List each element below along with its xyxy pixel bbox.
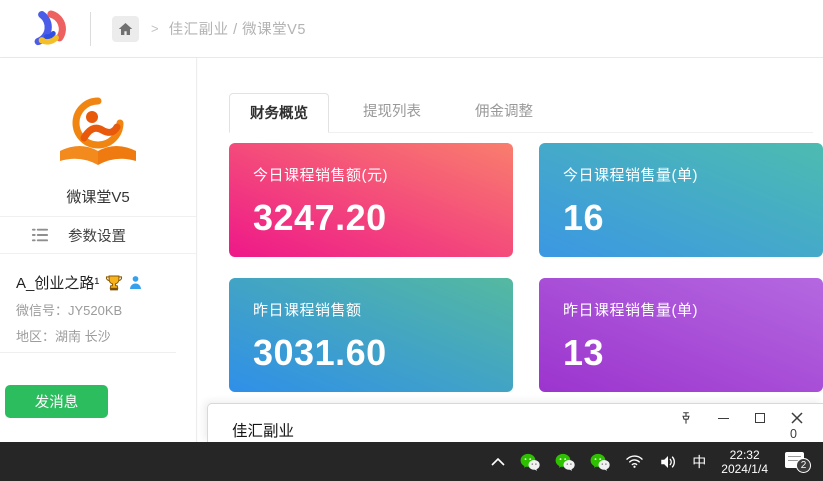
- window-controls: [678, 410, 805, 426]
- stat-card-value: 16: [563, 197, 799, 239]
- pin-button[interactable]: [678, 410, 694, 426]
- stat-card-today-sales: 今日课程销售额(元) 3247.20: [229, 143, 513, 257]
- desktop-screen: > 佳汇副业 / 微课堂V5 微课堂V5 参数设置 A_创业之路: [0, 0, 823, 481]
- chat-window-overflow-text: 0: [790, 427, 797, 441]
- tab-commission-adjust[interactable]: 佣金调整: [455, 92, 553, 132]
- chat-window-title: 佳汇副业: [232, 419, 294, 441]
- breadcrumb[interactable]: 佳汇副业 / 微课堂V5: [169, 18, 306, 39]
- close-button[interactable]: [789, 410, 805, 426]
- app-header: > 佳汇副业 / 微课堂V5: [0, 0, 823, 58]
- main-content: 财务概览 提现列表 佣金调整 今日课程销售额(元) 3247.20 今日课程销售…: [198, 58, 823, 442]
- stat-card-label: 今日课程销售量(单): [563, 164, 799, 185]
- close-icon: [791, 412, 803, 424]
- sidebar-item-settings[interactable]: 参数设置: [0, 216, 196, 254]
- sidebar: 微课堂V5 参数设置 A_创业之路¹: [0, 58, 197, 442]
- user-person-icon[interactable]: [129, 275, 142, 290]
- taskbar-clock[interactable]: 22:32 2024/1/4: [721, 448, 768, 476]
- stat-card-today-orders: 今日课程销售量(单) 16: [539, 143, 823, 257]
- notification-center-button[interactable]: 2: [785, 451, 811, 473]
- stat-card-value: 13: [563, 332, 799, 374]
- home-icon: [118, 22, 133, 36]
- stat-card-label: 昨日课程销售量(单): [563, 299, 799, 320]
- send-message-button[interactable]: 发消息: [5, 385, 108, 418]
- trophy-icon: [105, 274, 123, 291]
- shop-name: 微课堂V5: [0, 186, 196, 207]
- wechat-tray-icon-3[interactable]: [590, 453, 610, 471]
- wechat-tray-icon-2[interactable]: [555, 453, 575, 471]
- volume-icon[interactable]: [659, 454, 677, 470]
- tab-bar: 财务概览 提现列表 佣金调整: [229, 93, 813, 133]
- stat-card-value: 3031.60: [253, 332, 489, 374]
- sidebar-item-label: 参数设置: [68, 225, 126, 246]
- user-region: 地区：湖南 长沙: [16, 326, 186, 345]
- settings-list-icon: [30, 227, 50, 243]
- notification-badge: 2: [796, 458, 811, 473]
- user-wechat-id: 微信号：JY520KB: [16, 300, 186, 319]
- wechat-tray-icon-1[interactable]: [520, 453, 540, 471]
- maximize-button[interactable]: [752, 410, 768, 426]
- stat-card-yesterday-orders: 昨日课程销售量(单) 13: [539, 278, 823, 392]
- taskbar: 中 22:32 2024/1/4 2: [0, 442, 823, 481]
- stat-card-label: 今日课程销售额(元): [253, 164, 489, 185]
- stat-card-label: 昨日课程销售额: [253, 299, 489, 320]
- user-info: A_创业之路¹ 微信号：JY520KB 地区：湖南 长沙: [16, 272, 186, 345]
- shop-logo-icon: [54, 94, 142, 177]
- stat-cards: 今日课程销售额(元) 3247.20 今日课程销售量(单) 16 昨日课程销售额…: [229, 143, 823, 392]
- ime-indicator[interactable]: 中: [692, 452, 706, 472]
- stat-card-value: 3247.20: [253, 197, 489, 239]
- sidebar-divider: [0, 352, 176, 353]
- taskbar-date: 2024/1/4: [721, 462, 768, 476]
- maximize-icon: [755, 413, 765, 423]
- app-logo-icon: [24, 6, 70, 52]
- stat-card-yesterday-sales: 昨日课程销售额 3031.60: [229, 278, 513, 392]
- taskbar-time: 22:32: [721, 448, 768, 462]
- breadcrumb-chevron-icon: >: [151, 21, 159, 36]
- header-divider: [90, 12, 91, 46]
- wifi-icon[interactable]: [625, 454, 644, 469]
- minimize-icon: [718, 418, 729, 419]
- tab-finance-overview[interactable]: 财务概览: [229, 93, 329, 133]
- tab-withdraw-list[interactable]: 提现列表: [343, 92, 441, 132]
- chat-window[interactable]: 佳汇副业 0: [207, 403, 823, 442]
- minimize-button[interactable]: [715, 410, 731, 426]
- user-name: A_创业之路¹: [16, 272, 99, 293]
- tray-chevron-up-icon[interactable]: [491, 458, 505, 466]
- home-button[interactable]: [112, 16, 139, 42]
- pin-icon: [679, 411, 693, 425]
